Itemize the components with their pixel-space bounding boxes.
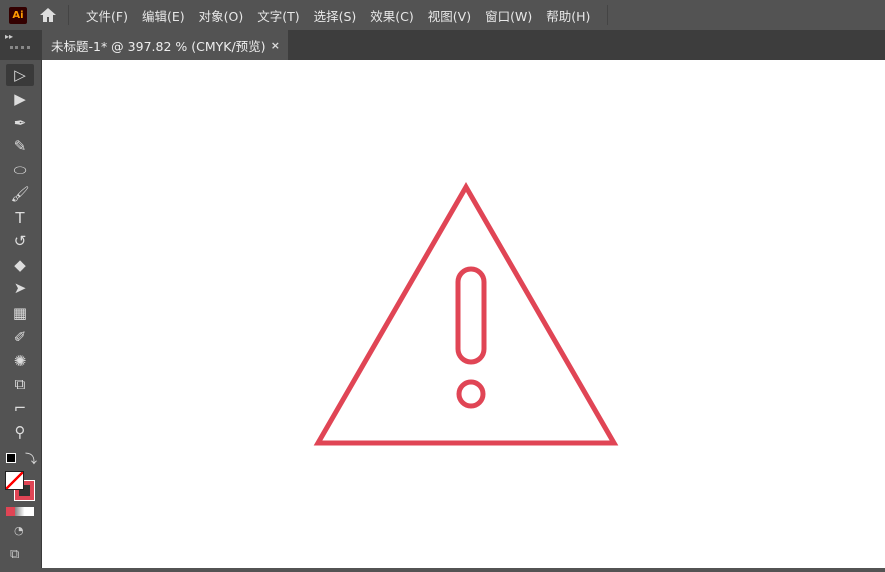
divider: [607, 5, 609, 25]
pen-tool[interactable]: ✒: [6, 112, 34, 134]
artboard-canvas[interactable]: [42, 60, 885, 568]
eraser-tool[interactable]: ◆: [6, 254, 34, 276]
eyedropper-tool[interactable]: ✐: [6, 326, 34, 348]
home-icon[interactable]: [38, 6, 58, 24]
zoom-tool[interactable]: ⚲: [6, 421, 34, 443]
tools-panel: ▷ ▶ ✒ ✎ ⬭ 🖌 T ↺ ◆ ➤ ▦ ✐ ✺ ⧉ ⌐ ⚲ ⤵ ◔ ⧉: [0, 60, 42, 568]
default-colors-icon[interactable]: [6, 453, 16, 463]
toolbar-header[interactable]: ▸▸: [0, 30, 42, 60]
selection-tool[interactable]: ▷: [6, 64, 34, 86]
direct-selection-tool[interactable]: ▶: [6, 88, 34, 110]
puppet-warp-tool[interactable]: ✺: [6, 350, 34, 372]
app-logo: Ai: [9, 6, 27, 24]
type-tool[interactable]: T: [6, 207, 34, 229]
menu-help[interactable]: 帮助(H): [546, 6, 590, 25]
menu-type[interactable]: 文字(T): [257, 6, 299, 25]
divider: [68, 5, 69, 25]
menu-object[interactable]: 对象(O): [199, 6, 244, 25]
ellipse-tool[interactable]: ⬭: [6, 159, 34, 181]
exclamation-dot[interactable]: [456, 379, 486, 409]
swap-colors-icon[interactable]: ⤵: [25, 450, 37, 467]
rotate-tool[interactable]: ↺: [6, 230, 34, 252]
menu-select[interactable]: 选择(S): [314, 6, 357, 25]
menu-edit[interactable]: 编辑(E): [142, 6, 185, 25]
paintbrush-tool[interactable]: 🖌: [6, 183, 34, 205]
document-tab-title: 未标题-1* @ 397.82 % (CMYK/预览): [51, 38, 266, 54]
screen-mode-icon[interactable]: ⧉: [10, 547, 19, 562]
warning-artwork: [313, 182, 619, 446]
curvature-tool[interactable]: ✎: [6, 135, 34, 157]
grip-handle[interactable]: [10, 46, 30, 50]
document-tab[interactable]: 未标题-1* @ 397.82 % (CMYK/预览) ×: [42, 30, 288, 60]
artboard-tool[interactable]: ⌐: [6, 397, 34, 419]
gradient-tool[interactable]: ▦: [6, 302, 34, 324]
menu-bar: Ai 文件(F) 编辑(E) 对象(O) 文字(T) 选择(S) 效果(C) 视…: [0, 0, 885, 30]
menu-effect[interactable]: 效果(C): [370, 6, 413, 25]
menu-file[interactable]: 文件(F): [86, 6, 128, 25]
close-icon[interactable]: ×: [271, 39, 280, 52]
lasso-tool[interactable]: ➤: [6, 277, 34, 299]
collapse-icon[interactable]: ▸▸: [5, 32, 13, 41]
draw-mode-icon[interactable]: ◔: [14, 524, 24, 537]
shape-builder-tool[interactable]: ⧉: [6, 373, 34, 395]
menu-window[interactable]: 窗口(W): [485, 6, 532, 25]
menu-view[interactable]: 视图(V): [428, 6, 471, 25]
exclamation-bar[interactable]: [455, 266, 487, 365]
color-mode-buttons[interactable]: [6, 507, 34, 516]
fill-swatch-none[interactable]: [5, 471, 24, 490]
